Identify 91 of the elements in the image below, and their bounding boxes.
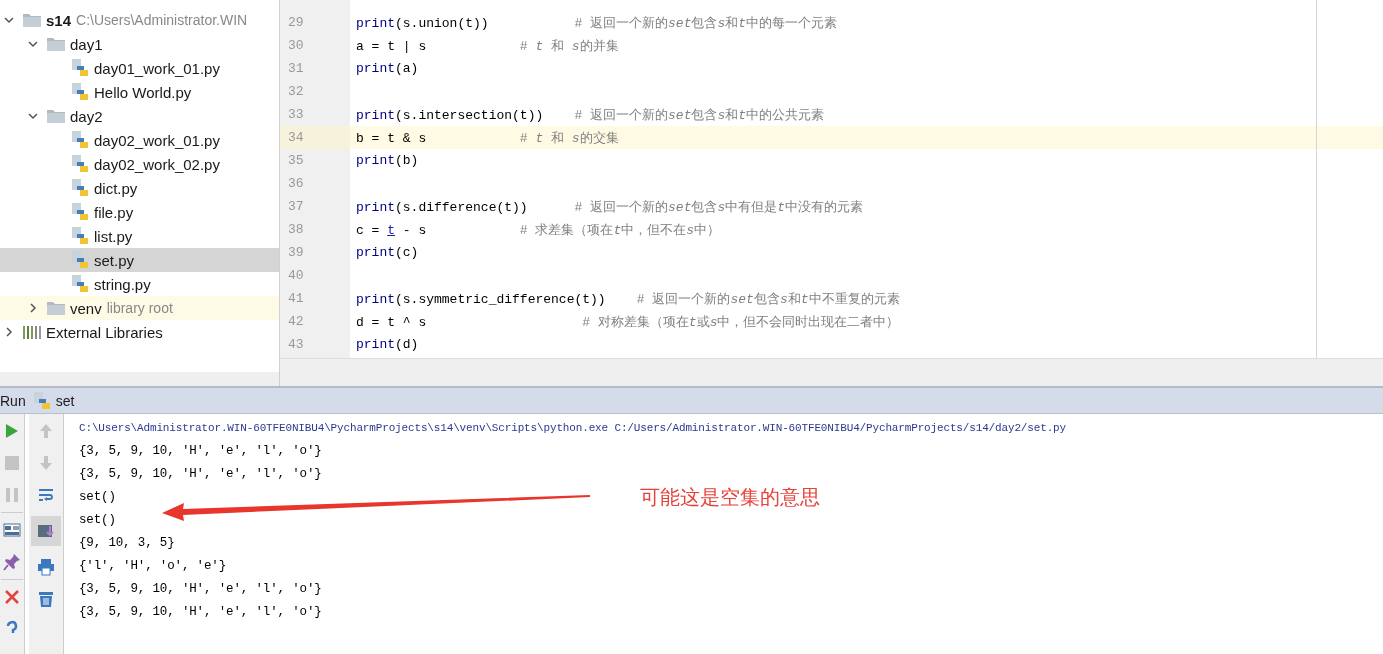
python-file-icon	[70, 250, 90, 270]
folder-icon	[46, 299, 66, 317]
chevron-down-icon[interactable]	[4, 15, 14, 25]
line-number: 32	[287, 83, 305, 101]
tree-item[interactable]: s14 C:\Users\Administrator.WIN	[0, 8, 279, 32]
chevron-right-icon[interactable]	[28, 303, 38, 313]
run-tab[interactable]: set	[31, 390, 79, 411]
console-line: {'l', 'H', 'o', 'e'}	[79, 558, 227, 575]
item-label: day2	[70, 107, 103, 125]
annotation-text: 可能这是空集的意思	[640, 485, 820, 510]
python-file-icon	[70, 58, 90, 78]
python-file-icon	[70, 178, 90, 198]
tree-item[interactable]: day02_work_02.py	[0, 152, 279, 176]
tree-item[interactable]: Hello World.py	[0, 80, 279, 104]
tree-item[interactable]: set.py	[0, 248, 279, 272]
console-line: {3, 5, 9, 10, 'H', 'e', 'l', 'o'}	[79, 604, 322, 621]
code-line: a = t | s # t 和 s的并集	[356, 37, 619, 55]
item-label: list.py	[94, 227, 133, 245]
item-label: day01_work_01.py	[94, 59, 220, 77]
python-file-icon	[70, 130, 90, 150]
line-number: 31	[287, 60, 305, 78]
library-icon	[22, 323, 42, 341]
item-label: set.py	[94, 251, 135, 269]
python-file-icon	[70, 202, 90, 222]
console-line: {3, 5, 9, 10, 'H', 'e', 'l', 'o'}	[79, 581, 322, 598]
item-detail: library root	[106, 300, 173, 316]
scroll-to-end-icon[interactable]	[37, 522, 55, 540]
item-label: dict.py	[94, 179, 138, 197]
tree-item[interactable]: list.py	[0, 224, 279, 248]
item-label: Hello World.py	[94, 83, 192, 101]
code-line: d = t ^ s # 对称差集（项在t或s中，但不会同时出现在二者中）	[356, 313, 900, 331]
code-line: print(s.difference(t)) # 返回一个新的set包含s中有但是 t中没有的元素	[356, 198, 864, 216]
line-number: 39	[287, 244, 305, 262]
python-file-icon	[70, 274, 90, 294]
chevron-down-icon[interactable]	[28, 111, 38, 121]
tree-item[interactable]: day1	[0, 32, 279, 56]
python-file-icon	[31, 390, 52, 411]
code-line: print(s.symmetric_difference(t)) # 返回一个新的set包含s和t中不重复的元素	[356, 290, 900, 308]
console-line: {3, 5, 9, 10, 'H', 'e', 'l', 'o'}	[79, 443, 322, 460]
code-line: b = t & s # t 和 s的交集	[356, 129, 619, 147]
code-line: print(d)	[356, 337, 419, 352]
tree-item[interactable]: day2	[0, 104, 279, 128]
tree-item[interactable]: day01_work_01.py	[0, 56, 279, 80]
tree-item[interactable]: External Libraries	[0, 320, 279, 344]
chevron-down-icon[interactable]	[28, 39, 38, 49]
line-number: 38	[287, 221, 305, 239]
code-line: print(b)	[356, 153, 419, 168]
console-line: set()	[79, 489, 116, 506]
chevron-right-icon[interactable]	[4, 327, 14, 337]
item-label: External Libraries	[46, 323, 163, 341]
item-label: string.py	[94, 275, 151, 293]
code-line: print(c)	[356, 245, 419, 260]
python-file-icon	[70, 226, 90, 246]
code-line: c = t - s # 求差集（项在t中，但不在s中）	[356, 221, 721, 239]
folder-icon	[46, 35, 66, 53]
line-number: 35	[287, 152, 305, 170]
line-number: 43	[287, 336, 305, 354]
line-number: 37	[287, 198, 305, 216]
item-label: venv	[70, 299, 102, 317]
panel-title: Run	[0, 392, 26, 409]
console-line: {9, 10, 3, 5}	[79, 535, 175, 552]
item-label: day02_work_02.py	[94, 155, 220, 173]
python-file-icon	[70, 82, 90, 102]
line-number: 33	[287, 106, 305, 124]
line-number: 36	[287, 175, 305, 193]
python-file-icon	[70, 154, 90, 174]
item-label: day1	[70, 35, 103, 53]
code-line: print(a)	[356, 61, 419, 76]
line-number: 34	[280, 126, 350, 149]
tree-item[interactable]: file.py	[0, 200, 279, 224]
line-number: 30	[287, 37, 305, 55]
line-number: 42	[287, 313, 305, 331]
tree-item[interactable]: string.py	[0, 272, 279, 296]
folder-icon	[46, 107, 66, 125]
item-label: s14	[46, 11, 72, 29]
line-number: 40	[287, 267, 305, 285]
console-line: C:\Users\Administrator.WIN-60TFE0NIBU4\PycharmProjects\s14\venv\Scripts\python.exe C:/Users/Administrator.WIN-60TFE0NIBU4/PycharmProjects/s14/day2/set.py	[79, 421, 1066, 436]
console-line: set()	[79, 512, 116, 529]
item-detail: C:\Users\Administrator.WIN	[76, 12, 248, 28]
item-label: file.py	[94, 203, 134, 221]
line-number: 41	[287, 290, 305, 308]
line-number: 29	[287, 14, 305, 32]
scroll-to-end-button[interactable]	[31, 516, 61, 546]
tree-item[interactable]: dict.py	[0, 176, 279, 200]
console-line: {3, 5, 9, 10, 'H', 'e', 'l', 'o'}	[79, 466, 322, 483]
code-line: print(s.union(t)) # 返回一个新的set包含s和 t中的每一个元素	[356, 14, 838, 32]
code-line: print(s.intersection(t)) # 返回一个新的set包含s和 t中的公共元素	[356, 106, 825, 124]
tree-item[interactable]: day02_work_01.py	[0, 128, 279, 152]
folder-icon	[22, 11, 42, 29]
item-label: day02_work_01.py	[94, 131, 220, 149]
tree-item[interactable]: venv library root	[0, 296, 279, 320]
